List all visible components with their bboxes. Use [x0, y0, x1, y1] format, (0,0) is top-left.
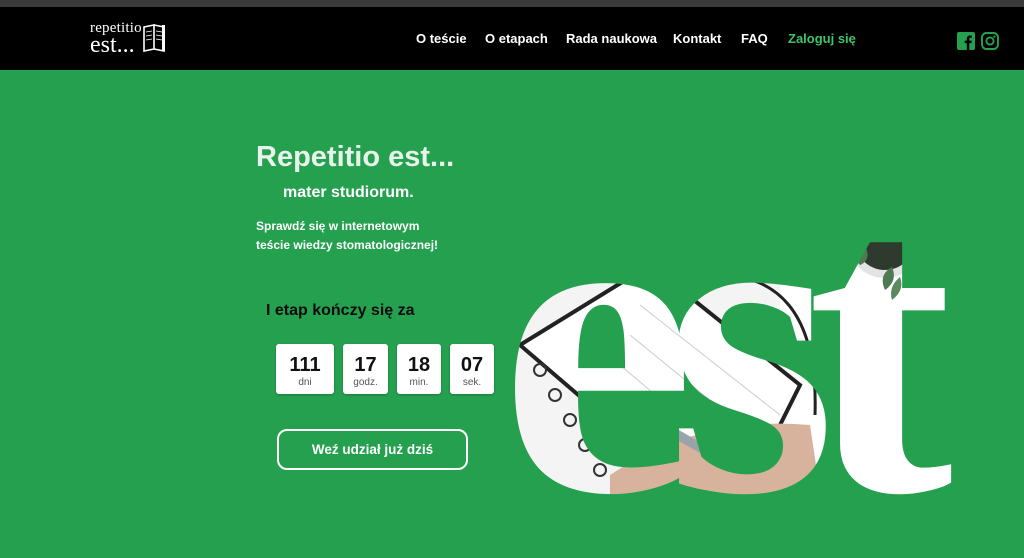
- nav-link-rada-naukowa[interactable]: Rada naukowa: [566, 31, 657, 49]
- countdown-seconds: 07 sek.: [450, 344, 494, 394]
- join-now-button[interactable]: Weź udział już dziś: [277, 429, 468, 470]
- nav-link-o-tescie[interactable]: O teście: [416, 31, 467, 49]
- countdown-seconds-value: 07: [460, 354, 484, 376]
- countdown-seconds-unit: sek.: [462, 377, 482, 388]
- browser-top-strip: [0, 0, 1024, 7]
- site-logo[interactable]: repetitio est...: [90, 20, 170, 62]
- top-navbar: repetitio est... O teście O etapach Rada…: [0, 7, 1024, 70]
- facebook-icon[interactable]: [957, 32, 975, 50]
- countdown-days-value: 111: [289, 354, 321, 376]
- hero-description: Sprawdź się w internetowym teście wiedzy…: [256, 217, 496, 255]
- logo-line-2: est...: [90, 32, 135, 58]
- countdown-hours-value: 17: [354, 354, 377, 376]
- countdown-hours: 17 godz.: [343, 344, 388, 394]
- est-hero-illustration: est: [500, 99, 958, 558]
- countdown-days: 111 dni: [276, 344, 334, 394]
- instagram-icon[interactable]: [981, 32, 999, 50]
- countdown-minutes: 18 min.: [397, 344, 441, 394]
- hero-subtitle: mater studiorum.: [283, 184, 414, 201]
- countdown-hours-unit: godz.: [353, 377, 378, 388]
- hero-description-line-2: teście wiedzy stomatologicznej!: [256, 238, 439, 252]
- nav-link-o-etapach[interactable]: O etapach: [485, 31, 548, 49]
- hero-title: Repetitio est...: [256, 141, 455, 173]
- book-icon: [143, 24, 165, 52]
- countdown-label: I etap kończy się za: [266, 302, 415, 319]
- nav-link-kontakt[interactable]: Kontakt: [673, 31, 721, 49]
- hero-description-line-1: Sprawdź się w internetowym: [256, 219, 420, 233]
- countdown-days-unit: dni: [298, 377, 312, 388]
- login-link[interactable]: Zaloguj się: [788, 31, 856, 49]
- nav-link-faq[interactable]: FAQ: [741, 31, 768, 49]
- countdown-minutes-unit: min.: [409, 377, 429, 388]
- countdown-minutes-value: 18: [407, 354, 431, 376]
